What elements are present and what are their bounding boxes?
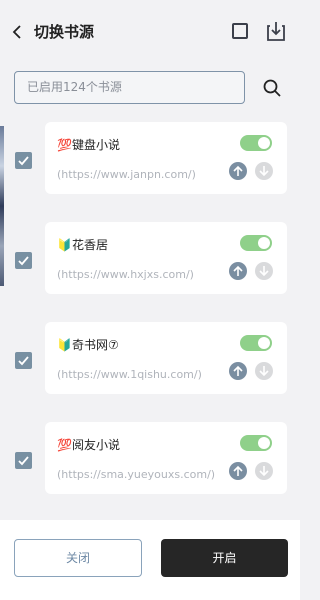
source-url: (https://sma.yueyouxs.com/) <box>57 468 216 481</box>
source-emoji: 💯 <box>57 438 72 452</box>
arrow-down-icon <box>259 466 269 477</box>
arrow-down-icon <box>259 166 269 177</box>
arrow-down-icon <box>259 366 269 377</box>
list-item: 🔰奇书网⑦ (https://www.1qishu.com/) <box>0 322 300 397</box>
source-url: (https://www.hxjxs.com/) <box>57 268 194 281</box>
move-up-button[interactable] <box>229 262 247 280</box>
row-checkbox[interactable] <box>15 252 32 269</box>
search-input[interactable]: 已启用124个书源 <box>14 71 245 104</box>
checkmark-icon <box>18 156 29 166</box>
source-name-text: 阅友小说 <box>71 438 120 452</box>
source-list: 💯键盘小说 (https://www.janpn.com/) 🔰花香居 (htt… <box>0 118 300 518</box>
close-button[interactable]: 关闭 <box>14 539 142 577</box>
checkmark-icon <box>18 256 29 266</box>
row-checkbox[interactable] <box>15 152 32 169</box>
toggle-knob <box>258 137 270 149</box>
header: 切换书源 <box>0 0 300 64</box>
arrow-down-icon <box>259 266 269 277</box>
footer-bar: 关闭 开启 <box>0 520 300 600</box>
move-down-button[interactable] <box>255 262 273 280</box>
source-name: 💯键盘小说 <box>57 136 120 153</box>
row-checkbox[interactable] <box>15 352 32 369</box>
list-item: 💯阅友小说 (https://sma.yueyouxs.com/) <box>0 422 300 497</box>
toggle-knob <box>258 437 270 449</box>
source-emoji: 🔰 <box>57 338 72 352</box>
move-down-button[interactable] <box>255 162 273 180</box>
source-name: 💯阅友小说 <box>57 436 120 453</box>
checkmark-icon <box>18 356 29 366</box>
source-url: (https://www.1qishu.com/) <box>57 368 202 381</box>
move-up-button[interactable] <box>229 362 247 380</box>
enable-toggle[interactable] <box>240 335 272 351</box>
arrow-up-icon <box>233 365 243 376</box>
source-card[interactable]: 🔰奇书网⑦ (https://www.1qishu.com/) <box>45 322 287 394</box>
source-emoji: 💯 <box>57 138 72 152</box>
search-icon[interactable] <box>262 78 282 98</box>
source-name: 🔰奇书网⑦ <box>57 336 119 353</box>
source-name-text: 奇书网⑦ <box>71 338 119 352</box>
enable-toggle[interactable] <box>240 135 272 151</box>
row-checkbox[interactable] <box>15 452 32 469</box>
source-card[interactable]: 🔰花香居 (https://www.hxjxs.com/) <box>45 222 287 294</box>
download-icon[interactable] <box>265 20 287 42</box>
enable-toggle[interactable] <box>240 235 272 251</box>
chevron-left-icon[interactable] <box>10 24 26 40</box>
page-title: 切换书源 <box>34 23 95 41</box>
arrow-up-icon <box>233 465 243 476</box>
move-down-button[interactable] <box>255 462 273 480</box>
arrow-up-icon <box>233 165 243 176</box>
enable-toggle[interactable] <box>240 435 272 451</box>
toggle-knob <box>258 337 270 349</box>
checkmark-icon <box>18 456 29 466</box>
source-url: (https://www.janpn.com/) <box>57 168 196 181</box>
enable-button[interactable]: 开启 <box>161 539 288 577</box>
source-card[interactable]: 💯键盘小说 (https://www.janpn.com/) <box>45 122 287 194</box>
list-item: 💯键盘小说 (https://www.janpn.com/) <box>0 122 300 197</box>
source-emoji: 🔰 <box>57 238 72 252</box>
move-up-button[interactable] <box>229 162 247 180</box>
list-item: 🔰花香居 (https://www.hxjxs.com/) <box>0 222 300 297</box>
source-card[interactable]: 💯阅友小说 (https://sma.yueyouxs.com/) <box>45 422 287 494</box>
select-all-checkbox-icon[interactable] <box>232 23 248 39</box>
move-down-button[interactable] <box>255 362 273 380</box>
source-name: 🔰花香居 <box>57 236 108 253</box>
toggle-knob <box>258 237 270 249</box>
move-up-button[interactable] <box>229 462 247 480</box>
arrow-up-icon <box>233 265 243 276</box>
source-name-text: 键盘小说 <box>71 138 120 152</box>
source-name-text: 花香居 <box>71 238 108 252</box>
